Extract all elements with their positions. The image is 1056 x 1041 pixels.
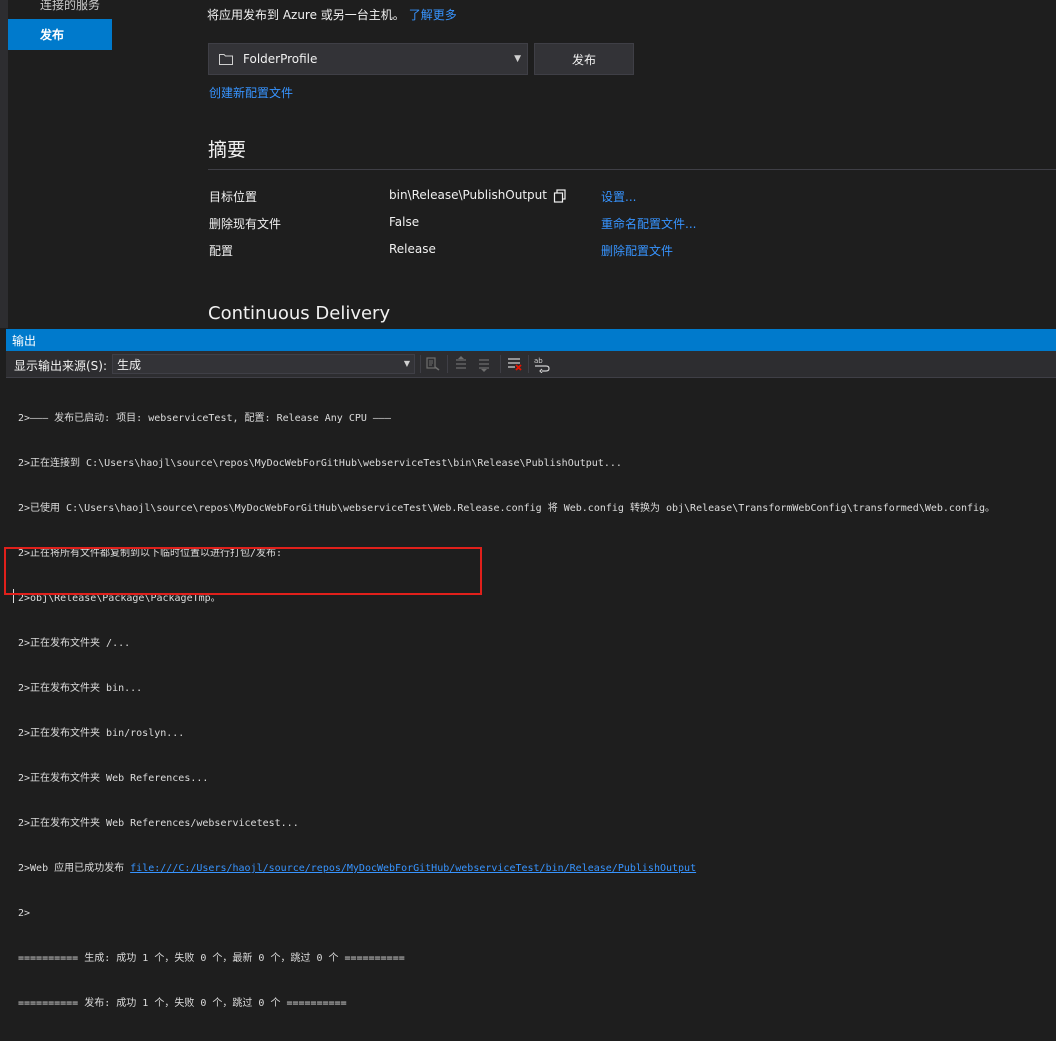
output-line: 2>正在连接到 C:\Users\haojl\source\repos\MyDo…	[18, 458, 622, 469]
sidebar-item-connected-services[interactable]: 连接的服务	[40, 0, 100, 13]
previous-message-icon[interactable]	[452, 355, 470, 373]
summary-value-config: Release	[389, 242, 436, 256]
find-message-in-code-icon[interactable]	[424, 355, 442, 373]
continuous-delivery-title: Continuous Delivery	[208, 303, 391, 324]
chevron-down-icon: ▼	[514, 54, 521, 64]
copy-icon[interactable]	[553, 188, 567, 203]
delete-profile-link[interactable]: 删除配置文件	[601, 242, 673, 259]
toolbar-separator	[420, 355, 421, 373]
chevron-down-icon: ▼	[403, 359, 410, 368]
summary-divider	[208, 169, 1056, 170]
publish-summary-line: ========== 发布: 成功 1 个，失败 0 个，跳过 0 个 ====…	[18, 998, 347, 1009]
output-lines: 2>——— 发布已启动: 项目: webserviceTest, 配置: Rel…	[18, 381, 995, 1041]
publish-intro-text: 将应用发布到 Azure 或另一台主机。	[207, 8, 405, 22]
clear-all-icon[interactable]	[505, 355, 523, 373]
highlight-box	[4, 547, 482, 595]
word-wrap-icon[interactable]: ab	[533, 355, 551, 373]
rename-profile-link[interactable]: 重命名配置文件...	[601, 215, 696, 232]
publish-page: 连接的服务 发布 将应用发布到 Azure 或另一台主机。 了解更多 Folder…	[0, 0, 1056, 328]
output-toolbar: 显示输出来源(S): 生成 ▼ ab	[6, 351, 1056, 377]
published-text: 2>Web 应用已成功发布	[18, 863, 131, 874]
output-window-title[interactable]: 输出	[6, 329, 1056, 351]
summary-label-delete: 删除现有文件	[209, 217, 282, 231]
output-line: 2>	[18, 908, 31, 919]
build-summary-line: ========== 生成: 成功 1 个，失败 0 个，最新 0 个，跳过 0…	[18, 953, 405, 964]
publish-output-link[interactable]: file:///C:/Users/haojl/source/repos/MyDo…	[130, 863, 696, 874]
profile-dropdown-value: FolderProfile	[243, 52, 318, 66]
output-source-label: 显示输出来源(S):	[14, 359, 108, 373]
toolbar-separator	[447, 355, 448, 373]
target-location-value: bin\Release\PublishOutput	[389, 188, 547, 202]
settings-link[interactable]: 设置...	[601, 188, 636, 205]
output-source-dropdown[interactable]: 生成 ▼	[112, 354, 415, 374]
svg-text:ab: ab	[534, 357, 543, 365]
folder-icon	[219, 54, 233, 65]
summary-value-target: bin\Release\PublishOutput	[389, 188, 567, 203]
summary-label-target: 目标位置	[209, 190, 258, 204]
output-line: 2>——— 发布已启动: 项目: webserviceTest, 配置: Rel…	[18, 413, 391, 424]
sidebar-item-publish[interactable]: 发布	[8, 19, 112, 50]
toolbar-separator	[500, 355, 501, 373]
output-line: 2>正在发布文件夹 bin/roslyn...	[18, 728, 185, 739]
summary-value-delete: False	[389, 215, 420, 229]
output-line: 2>正在发布文件夹 bin...	[18, 683, 143, 694]
summary-title: 摘要	[208, 139, 247, 161]
output-line-published: 2>Web 应用已成功发布 file:///C:/Users/haojl/sou…	[18, 861, 995, 876]
profile-dropdown[interactable]: FolderProfile ▼	[208, 43, 528, 75]
output-line: 2>正在发布文件夹 Web References/webservicetest.…	[18, 818, 299, 829]
solution-strip	[0, 0, 8, 328]
toolbar-separator	[528, 355, 529, 373]
output-line: 2>正在发布文件夹 /...	[18, 638, 131, 649]
summary-label-config: 配置	[209, 244, 234, 258]
next-message-icon[interactable]	[475, 355, 493, 373]
output-line: 2>正在发布文件夹 Web References...	[18, 773, 209, 784]
create-profile-link[interactable]: 创建新配置文件	[209, 84, 293, 101]
publish-intro: 将应用发布到 Azure 或另一台主机。 了解更多	[207, 6, 457, 23]
output-source-value: 生成	[117, 357, 142, 372]
publish-button[interactable]: 发布	[534, 43, 634, 75]
learn-more-link[interactable]: 了解更多	[409, 8, 457, 22]
output-line: 2>已使用 C:\Users\haojl\source\repos\MyDocW…	[18, 503, 996, 514]
